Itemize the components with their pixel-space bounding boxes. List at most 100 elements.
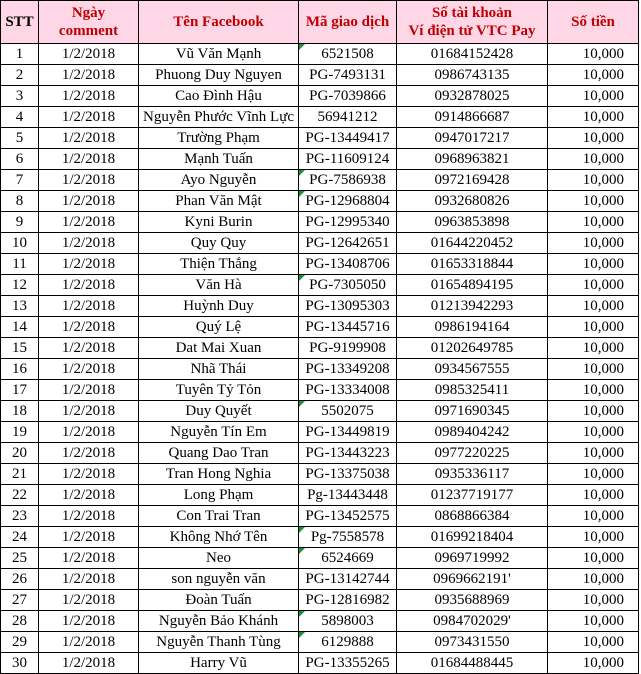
cell-date[interactable]: 1/2/2018	[38, 316, 139, 338]
cell-txn[interactable]: 5898003	[298, 610, 397, 632]
cell-stt[interactable]: 1	[0, 43, 39, 65]
cell-stt[interactable]: 5	[0, 127, 39, 149]
cell-txn[interactable]: PG-13142744	[298, 568, 397, 590]
cell-account[interactable]: 01653318844	[396, 253, 548, 275]
cell-name[interactable]: Không Nhớ Tên	[138, 526, 299, 548]
cell-date[interactable]: 1/2/2018	[38, 127, 139, 149]
cell-amount[interactable]: 10,000	[547, 568, 639, 590]
cell-date[interactable]: 1/2/2018	[38, 547, 139, 569]
cell-account[interactable]: 0973431550	[396, 631, 548, 653]
header-amount[interactable]: Số tiền	[547, 0, 639, 44]
cell-date[interactable]: 1/2/2018	[38, 442, 139, 464]
cell-account[interactable]: 0935336117	[396, 463, 548, 485]
cell-amount[interactable]: 10,000	[547, 274, 639, 296]
cell-txn[interactable]: PG-7305050	[298, 274, 397, 296]
cell-txn[interactable]: PG-13449819	[298, 421, 397, 443]
cell-name[interactable]: Phuong Duy Nguyen	[138, 64, 299, 86]
cell-account[interactable]: 0969662191'	[396, 568, 548, 590]
cell-txn[interactable]: 6521508	[298, 43, 397, 65]
cell-name[interactable]: Huỳnh Duy	[138, 295, 299, 317]
cell-amount[interactable]: 10,000	[547, 169, 639, 191]
cell-stt[interactable]: 3	[0, 85, 39, 107]
cell-account[interactable]: 0971690345	[396, 400, 548, 422]
cell-txn[interactable]: 6129888	[298, 631, 397, 653]
cell-stt[interactable]: 26	[0, 568, 39, 590]
cell-account[interactable]: 0986743135	[396, 64, 548, 86]
cell-date[interactable]: 1/2/2018	[38, 652, 139, 674]
cell-account[interactable]: 0969719992	[396, 547, 548, 569]
cell-date[interactable]: 1/2/2018	[38, 85, 139, 107]
cell-stt[interactable]: 14	[0, 316, 39, 338]
cell-date[interactable]: 1/2/2018	[38, 421, 139, 443]
cell-account[interactable]: 0986194164	[396, 316, 548, 338]
cell-account[interactable]: 01654894195	[396, 274, 548, 296]
cell-amount[interactable]: 10,000	[547, 610, 639, 632]
cell-name[interactable]: Quang Dao Tran	[138, 442, 299, 464]
cell-txn[interactable]: PG-12995340	[298, 211, 397, 233]
cell-amount[interactable]: 10,000	[547, 211, 639, 233]
cell-account[interactable]: 0989404242	[396, 421, 548, 443]
cell-date[interactable]: 1/2/2018	[38, 463, 139, 485]
cell-account[interactable]: 0868866384	[396, 505, 548, 527]
cell-name[interactable]: son nguyễn văn	[138, 568, 299, 590]
cell-stt[interactable]: 15	[0, 337, 39, 359]
cell-txn[interactable]: Pg-7558578	[298, 526, 397, 548]
header-date[interactable]: Ngày comment	[38, 0, 139, 44]
cell-amount[interactable]: 10,000	[547, 148, 639, 170]
cell-name[interactable]: Trường Phạm	[138, 127, 299, 149]
cell-account[interactable]: 0985325411	[396, 379, 548, 401]
cell-stt[interactable]: 28	[0, 610, 39, 632]
header-stt[interactable]: STT	[0, 0, 39, 44]
cell-account[interactable]: 0947017217	[396, 127, 548, 149]
cell-txn[interactable]: PG-13355265	[298, 652, 397, 674]
cell-account[interactable]: 01684152428	[396, 43, 548, 65]
cell-date[interactable]: 1/2/2018	[38, 43, 139, 65]
cell-account[interactable]: 0972169428	[396, 169, 548, 191]
cell-txn[interactable]: 6524669	[298, 547, 397, 569]
cell-date[interactable]: 1/2/2018	[38, 505, 139, 527]
cell-date[interactable]: 1/2/2018	[38, 232, 139, 254]
cell-stt[interactable]: 30	[0, 652, 39, 674]
cell-stt[interactable]: 2	[0, 64, 39, 86]
cell-name[interactable]: Mạnh Tuấn	[138, 148, 299, 170]
cell-amount[interactable]: 10,000	[547, 127, 639, 149]
cell-amount[interactable]: 10,000	[547, 484, 639, 506]
cell-txn[interactable]: PG-11609124	[298, 148, 397, 170]
cell-stt[interactable]: 22	[0, 484, 39, 506]
cell-txn[interactable]: 5502075	[298, 400, 397, 422]
cell-name[interactable]: Nguyễn Phước Vĩnh Lực	[138, 106, 299, 128]
cell-date[interactable]: 1/2/2018	[38, 253, 139, 275]
cell-date[interactable]: 1/2/2018	[38, 106, 139, 128]
cell-amount[interactable]: 10,000	[547, 337, 639, 359]
cell-account[interactable]: 0963853898	[396, 211, 548, 233]
cell-date[interactable]: 1/2/2018	[38, 526, 139, 548]
cell-date[interactable]: 1/2/2018	[38, 148, 139, 170]
cell-stt[interactable]: 6	[0, 148, 39, 170]
cell-stt[interactable]: 10	[0, 232, 39, 254]
cell-date[interactable]: 1/2/2018	[38, 295, 139, 317]
cell-txn[interactable]: 56941212	[298, 106, 397, 128]
cell-stt[interactable]: 8	[0, 190, 39, 212]
cell-account[interactable]: 0932680826	[396, 190, 548, 212]
header-txn[interactable]: Mã giao dịch	[298, 0, 397, 44]
cell-account[interactable]: 0935688969	[396, 589, 548, 611]
cell-txn[interactable]: PG-13445716	[298, 316, 397, 338]
cell-txn[interactable]: PG-13349208	[298, 358, 397, 380]
cell-date[interactable]: 1/2/2018	[38, 190, 139, 212]
cell-name[interactable]: Kyni Burin	[138, 211, 299, 233]
cell-amount[interactable]: 10,000	[547, 106, 639, 128]
cell-txn[interactable]: PG-7586938	[298, 169, 397, 191]
cell-account[interactable]: 0968963821	[396, 148, 548, 170]
cell-name[interactable]: Vũ Văn Mạnh	[138, 43, 299, 65]
cell-date[interactable]: 1/2/2018	[38, 484, 139, 506]
cell-account[interactable]: 01699218404	[396, 526, 548, 548]
cell-name[interactable]: Long Phạm	[138, 484, 299, 506]
cell-stt[interactable]: 19	[0, 421, 39, 443]
cell-date[interactable]: 1/2/2018	[38, 211, 139, 233]
cell-account[interactable]: 01202649785	[396, 337, 548, 359]
cell-stt[interactable]: 17	[0, 379, 39, 401]
cell-name[interactable]: Ayo Nguyễn	[138, 169, 299, 191]
cell-date[interactable]: 1/2/2018	[38, 169, 139, 191]
cell-txn[interactable]: PG-7039866	[298, 85, 397, 107]
cell-date[interactable]: 1/2/2018	[38, 64, 139, 86]
